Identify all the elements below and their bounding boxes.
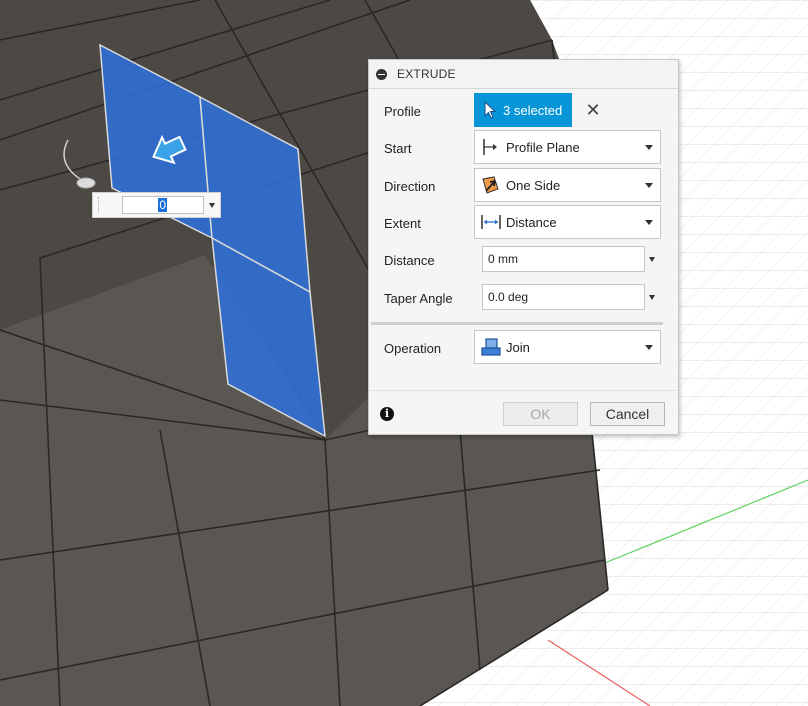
angle-handle-icon[interactable]: [76, 177, 96, 189]
extent-row: Extent Distance: [369, 205, 678, 241]
cursor-select-icon: [484, 101, 497, 119]
start-select[interactable]: Profile Plane: [474, 130, 661, 164]
cancel-button[interactable]: Cancel: [590, 402, 665, 426]
profile-selection-button[interactable]: 3 selected: [474, 93, 572, 127]
extrude-dialog: EXTRUDE Profile 3 selected ✕ Start Profi…: [368, 59, 679, 435]
chevron-down-icon[interactable]: [209, 203, 215, 208]
taper-angle-row: Taper Angle 0.0 deg: [369, 284, 678, 320]
operation-label: Operation: [384, 341, 442, 356]
extent-value: Distance: [506, 214, 557, 230]
canvas-distance-value: 0: [158, 198, 167, 212]
operation-value: Join: [506, 339, 530, 355]
direction-label: Direction: [384, 179, 436, 194]
extent-select[interactable]: Distance: [474, 205, 661, 239]
drag-grip-icon[interactable]: [98, 197, 101, 213]
canvas-distance-input[interactable]: 0: [92, 192, 221, 218]
taper-angle-label: Taper Angle: [384, 291, 453, 306]
distance-extent-icon: [481, 215, 501, 229]
chevron-down-icon: [645, 220, 653, 225]
canvas-distance-field[interactable]: 0: [122, 196, 204, 214]
profile-plane-icon: [483, 139, 497, 155]
collapse-icon[interactable]: [376, 68, 387, 80]
taper-angle-input[interactable]: 0.0 deg: [482, 284, 645, 310]
profile-label: Profile: [384, 104, 421, 119]
close-icon[interactable]: ✕: [583, 100, 603, 120]
start-value: Profile Plane: [506, 139, 580, 155]
chevron-down-icon: [645, 345, 653, 350]
operation-row: Operation Join: [369, 330, 678, 366]
ok-button[interactable]: OK: [503, 402, 578, 426]
profile-selection-count: 3 selected: [503, 102, 563, 118]
info-icon[interactable]: i: [380, 407, 394, 421]
chevron-down-icon[interactable]: [649, 295, 655, 300]
distance-row: Distance 0 mm: [369, 246, 678, 282]
chevron-down-icon[interactable]: [649, 257, 655, 262]
distance-label: Distance: [384, 253, 435, 268]
distance-input[interactable]: 0 mm: [482, 246, 645, 272]
chevron-down-icon: [645, 183, 653, 188]
chevron-down-icon: [645, 145, 653, 150]
start-row: Start Profile Plane: [369, 130, 678, 166]
profile-row: Profile 3 selected ✕: [369, 93, 678, 129]
direction-select[interactable]: One Side: [474, 168, 661, 202]
extent-label: Extent: [384, 216, 421, 231]
section-divider: [371, 322, 663, 325]
start-label: Start: [384, 141, 412, 156]
one-side-direction-icon: [482, 176, 499, 194]
dialog-title: EXTRUDE: [397, 67, 456, 81]
direction-value: One Side: [506, 177, 561, 193]
footer-divider: [369, 390, 678, 391]
join-operation-icon: [481, 338, 501, 356]
dialog-header: EXTRUDE: [369, 60, 678, 89]
direction-row: Direction One Side: [369, 168, 678, 204]
operation-select[interactable]: Join: [474, 330, 661, 364]
